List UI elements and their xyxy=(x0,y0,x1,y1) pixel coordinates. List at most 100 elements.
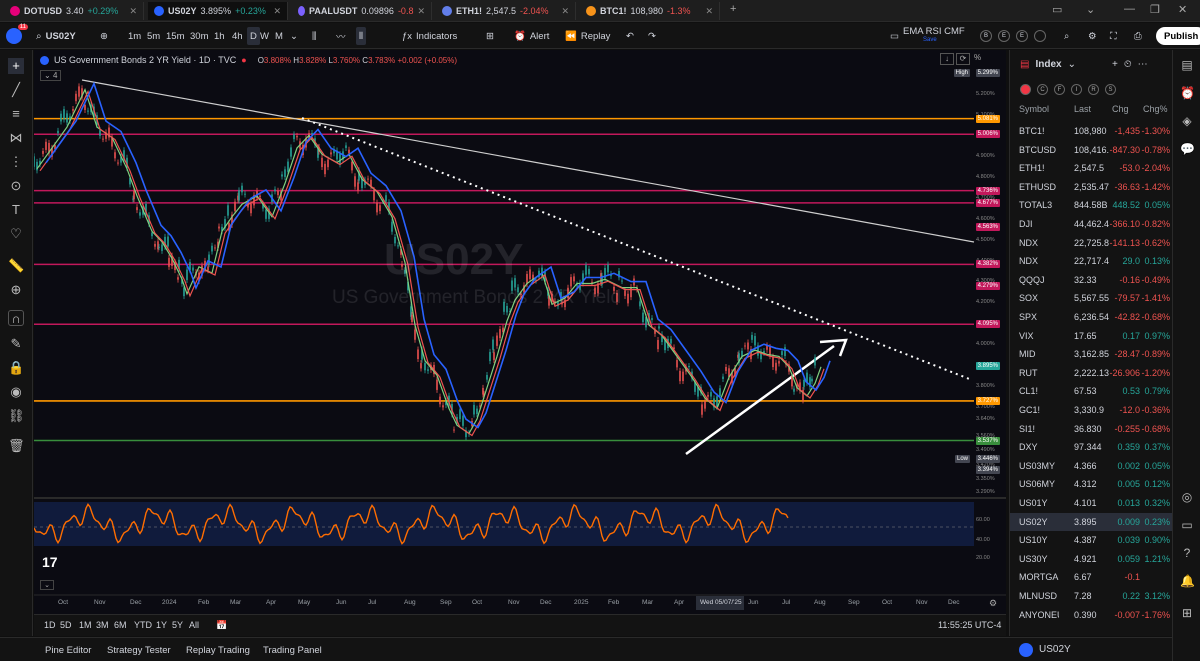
filter-circle[interactable]: R xyxy=(1088,84,1099,95)
chevron-down-icon[interactable]: ⌄ xyxy=(1086,3,1095,16)
interval-m[interactable]: M xyxy=(275,27,283,45)
tab-us02y[interactable]: US02Y 3.895% +0.23% ✕ xyxy=(148,2,288,20)
fullscreen-icon[interactable]: ⛶ xyxy=(1110,27,1117,45)
watchlist-row[interactable]: BTC1! 108,980 -1,435 -1.30% xyxy=(1010,122,1173,141)
range-1d[interactable]: 1D xyxy=(44,620,56,630)
interval-1m[interactable]: 1m xyxy=(128,27,141,45)
watchlist-row[interactable]: NDX 22,717.4 29.0 0.13% xyxy=(1010,252,1173,271)
publish-button[interactable]: Publish xyxy=(1156,27,1200,45)
template-button[interactable]: ▭ EMA RSI CMF Save xyxy=(890,27,965,45)
close-tab-icon[interactable]: ✕ xyxy=(129,6,137,17)
indicators-button[interactable]: ƒx Indicators xyxy=(402,27,457,45)
target-icon[interactable]: ◎ xyxy=(1180,490,1194,504)
filter-circle[interactable]: C xyxy=(1037,84,1048,95)
tab-eth1[interactable]: ETH1! 2,547.5 -2.04% ✕ xyxy=(436,2,576,20)
close-icon[interactable]: ✕ xyxy=(1178,3,1187,16)
indicator-template-circle[interactable]: E xyxy=(1016,27,1028,45)
eye-icon[interactable]: ◉ xyxy=(8,384,24,400)
zoom-in-icon[interactable]: ⊕ xyxy=(8,282,24,298)
range-5d[interactable]: 5D xyxy=(60,620,72,630)
redo-icon[interactable]: ↷ xyxy=(648,27,656,45)
indicator-template-circle[interactable]: E xyxy=(998,27,1010,45)
undo-icon[interactable]: ↶ xyxy=(626,27,634,45)
magnet-icon[interactable]: ∩ xyxy=(8,310,24,326)
watchlist-row[interactable]: SOX 5,567.55 -79.57 -1.41% xyxy=(1010,289,1173,308)
notifications-icon[interactable]: 🔔 xyxy=(1180,574,1195,588)
filter-circle[interactable]: I xyxy=(1071,84,1082,95)
bottom-tab-pine-editor[interactable]: Pine Editor xyxy=(45,645,91,656)
chevron-down-icon[interactable]: ⌄ xyxy=(40,580,54,590)
watchlist-row[interactable]: VIX 17.65 0.17 0.97% xyxy=(1010,327,1173,346)
watchlist-title[interactable]: Index xyxy=(1035,59,1061,70)
watchlist-row[interactable]: CL1! 67.53 0.53 0.79% xyxy=(1010,382,1173,401)
pencil-lock-icon[interactable]: ✎ xyxy=(8,336,24,352)
watchlist-footer[interactable]: US02Y xyxy=(1009,637,1172,661)
tab-dotusd[interactable]: DOTUSD 3.40 +0.29% ✕ xyxy=(4,2,144,20)
close-tab-icon[interactable]: ✕ xyxy=(273,6,281,17)
layout-icon[interactable]: ▭ xyxy=(1052,3,1062,16)
interval-d[interactable]: D xyxy=(247,27,260,45)
filter-circle[interactable]: S xyxy=(1105,84,1116,95)
col-symbol[interactable]: Symbol xyxy=(1019,104,1049,114)
range-1m[interactable]: 1M xyxy=(79,620,92,630)
bar-style-icon[interactable]: ⫴ xyxy=(356,27,366,45)
watchlist-row[interactable]: US30Y 4.921 0.059 1.21% xyxy=(1010,550,1173,569)
trendline-icon[interactable]: ╱ xyxy=(8,82,24,98)
circle-button[interactable] xyxy=(1034,27,1046,45)
arrow-down-icon[interactable]: ↓ xyxy=(940,53,954,65)
layouts-icon[interactable]: ⊞ xyxy=(486,27,494,45)
watchlist-row[interactable]: SPX 6,236.54 -42.82 -0.68% xyxy=(1010,308,1173,327)
add-symbol-icon[interactable]: + xyxy=(1112,59,1118,70)
range-1y[interactable]: 1Y xyxy=(156,620,167,630)
range-all[interactable]: All xyxy=(189,620,199,630)
replay-button[interactable]: ⏪ Replay xyxy=(565,27,610,45)
range-ytd[interactable]: YTD xyxy=(134,620,152,630)
watchlist-row[interactable]: TOTAL3 844.58B 448.52 0.05% xyxy=(1010,196,1173,215)
watchlist-row[interactable]: US03MY 4.366 0.002 0.05% xyxy=(1010,457,1173,476)
watchlist-row[interactable]: BTCUSD 108,416. -847.30 -0.78% xyxy=(1010,141,1173,160)
alert-add-icon[interactable]: ⏲ xyxy=(1124,59,1132,70)
comment-icon[interactable]: ▭ xyxy=(1180,518,1194,532)
close-tab-icon[interactable]: ✕ xyxy=(561,6,569,17)
interval-15m[interactable]: 15m xyxy=(166,27,184,45)
link-icon[interactable]: ⛓ xyxy=(8,408,25,424)
crosshair-icon[interactable]: + xyxy=(8,58,24,74)
alerts-icon[interactable]: ⏰ xyxy=(1180,86,1195,100)
bottom-tab-replay-trading[interactable]: Replay Trading xyxy=(186,645,250,656)
settings-icon[interactable]: ⚙ xyxy=(989,598,997,609)
user-avatar[interactable]: 11 xyxy=(6,24,28,45)
watchlist-row[interactable]: MORTGA 6.67 -0.1 xyxy=(1010,568,1173,587)
interval-1h[interactable]: 1h xyxy=(214,27,225,45)
close-tab-icon[interactable]: ✕ xyxy=(705,6,713,17)
range-3m[interactable]: 3M xyxy=(96,620,109,630)
close-tab-icon[interactable]: ✕ xyxy=(417,6,425,17)
interval-w[interactable]: W xyxy=(260,27,269,45)
watchlist-icon[interactable]: ▤ xyxy=(1180,58,1194,72)
watchlist-row[interactable]: MID 3,162.85 -28.47 -0.89% xyxy=(1010,345,1173,364)
tab-paalusdt[interactable]: PAALUSDT 0.09896 -0.8 ✕ xyxy=(292,2,432,20)
chat-icon[interactable]: 💬 xyxy=(1180,142,1195,156)
heart-icon[interactable]: ♡ xyxy=(8,226,24,242)
trash-icon[interactable]: 🗑 xyxy=(8,438,25,454)
candles-icon[interactable]: ⫼ xyxy=(312,27,316,45)
trend-line[interactable] xyxy=(81,79,975,243)
chevron-down-icon[interactable]: ⌄ xyxy=(290,27,298,45)
clock[interactable]: 11:55:25 UTC-4 xyxy=(938,620,1001,630)
indicator-template-circle[interactable]: B xyxy=(980,27,992,45)
watchlist-row[interactable]: ETHUSD 2,535.47 -36.63 -1.42% xyxy=(1010,178,1173,197)
watchlist-row[interactable]: ANYONEU0.390-0.007-1.76% xyxy=(1010,606,1173,625)
help-icon[interactable]: ? xyxy=(1180,546,1194,560)
watchlist-row[interactable]: QQQJ 32.33 -0.16 -0.49% xyxy=(1010,271,1173,290)
new-tab-icon[interactable]: + xyxy=(730,3,736,15)
tab-btc1[interactable]: BTC1! 108,980 -1.3% ✕ xyxy=(580,2,720,20)
col-last[interactable]: Last xyxy=(1074,104,1091,114)
range-5y[interactable]: 5Y xyxy=(172,620,183,630)
settings-icon[interactable]: ⚙ xyxy=(1088,27,1097,45)
compare-symbol-button[interactable]: ⊕ xyxy=(100,27,108,45)
percent-toggle[interactable]: % xyxy=(974,53,981,62)
indicator-toggle[interactable]: ⌄ 4 xyxy=(40,70,62,81)
watchlist-row[interactable]: DXY 97.344 0.359 0.37% xyxy=(1010,438,1173,457)
filter-all[interactable] xyxy=(1020,84,1031,95)
ruler-icon[interactable]: 📏 xyxy=(8,258,24,274)
watchlist-row[interactable]: US10Y 4.387 0.039 0.90% xyxy=(1010,531,1173,550)
